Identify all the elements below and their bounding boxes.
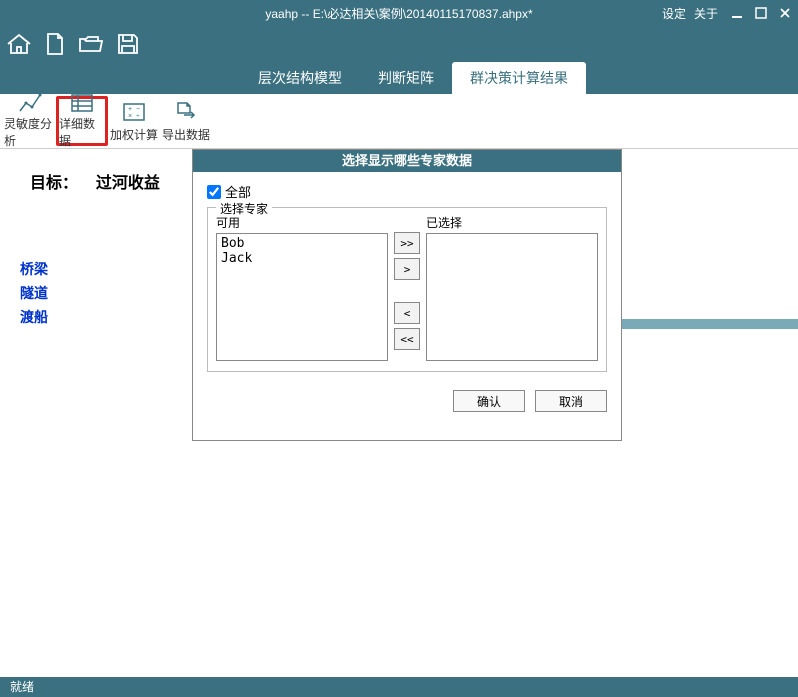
status-text: 就绪 — [10, 680, 34, 694]
titlebar: yaahp -- E:\必达相关\案例\20140115170837.ahpx*… — [0, 0, 798, 26]
target-prefix: 目标： — [30, 175, 78, 192]
nav-links: 桥梁 隧道 渡船 — [20, 259, 48, 327]
export-icon — [174, 100, 198, 124]
titlebar-controls: 设定 关于 — [662, 5, 792, 22]
svg-text:−: − — [136, 106, 140, 113]
sensitivity-icon — [18, 93, 42, 113]
fieldset-legend: 选择专家 — [216, 200, 272, 217]
selected-listbox[interactable] — [426, 233, 598, 361]
move-right-button[interactable]: > — [394, 258, 420, 280]
weighted-icon: +−× ÷ — [122, 100, 146, 124]
link-bridge[interactable]: 桥梁 — [20, 259, 48, 279]
statusbar: 就绪 — [0, 677, 798, 697]
expert-fieldset: 选择专家 可用 Bob Jack >> > < << — [207, 207, 607, 372]
dialog-title: 选择显示哪些专家数据 — [193, 150, 621, 172]
list-item[interactable]: Bob — [221, 236, 383, 251]
weighted-button[interactable]: +−× ÷ 加权计算 — [108, 96, 160, 146]
expert-selection-dialog: 选择显示哪些专家数据 全部 选择专家 可用 Bob Jack — [192, 149, 622, 441]
settings-link[interactable]: 设定 — [662, 5, 686, 22]
window-title: yaahp -- E:\必达相关\案例\20140115170837.ahpx* — [265, 5, 532, 22]
svg-text:÷: ÷ — [136, 113, 140, 120]
minimize-button[interactable] — [730, 6, 744, 20]
weighted-label: 加权计算 — [110, 126, 158, 143]
detail-data-button[interactable]: 详细数据 — [56, 96, 108, 146]
available-listbox[interactable]: Bob Jack — [216, 233, 388, 361]
new-file-icon[interactable] — [44, 32, 66, 59]
svg-text:×: × — [128, 113, 132, 120]
tab-hierarchy[interactable]: 层次结构模型 — [240, 62, 360, 94]
menubar — [0, 26, 798, 64]
detail-data-icon — [70, 93, 94, 113]
tab-bar: 层次结构模型 判断矩阵 群决策计算结果 — [0, 64, 798, 94]
sensitivity-label: 灵敏度分析 — [4, 115, 56, 149]
close-button[interactable] — [778, 6, 792, 20]
content-area: 目标： 过河收益 桥梁 隧道 渡船 选择显示哪些专家数据 全部 选择专家 可用 — [0, 149, 798, 679]
list-item[interactable]: Jack — [221, 251, 383, 266]
about-link[interactable]: 关于 — [694, 5, 718, 22]
cancel-button[interactable]: 取消 — [535, 390, 607, 412]
ok-button[interactable]: 确认 — [453, 390, 525, 412]
move-left-button[interactable]: < — [394, 302, 420, 324]
detail-data-label: 详细数据 — [59, 115, 105, 149]
all-checkbox[interactable] — [207, 185, 221, 199]
save-icon[interactable] — [116, 32, 140, 59]
target-value: 过河收益 — [96, 175, 160, 192]
link-tunnel[interactable]: 隧道 — [20, 283, 48, 303]
link-ferry[interactable]: 渡船 — [20, 307, 48, 327]
move-all-right-button[interactable]: >> — [394, 232, 420, 254]
tab-group-result[interactable]: 群决策计算结果 — [452, 62, 586, 94]
background-bar — [618, 319, 798, 329]
home-icon[interactable] — [6, 33, 32, 58]
open-folder-icon[interactable] — [78, 33, 104, 58]
move-all-left-button[interactable]: << — [394, 328, 420, 350]
toolbar: 灵敏度分析 详细数据 +−× ÷ 加权计算 导出数据 — [0, 94, 798, 148]
tab-judgment[interactable]: 判断矩阵 — [360, 62, 452, 94]
svg-text:+: + — [128, 106, 132, 113]
selected-label: 已选择 — [426, 214, 598, 231]
export-label: 导出数据 — [162, 126, 210, 143]
export-button[interactable]: 导出数据 — [160, 96, 212, 146]
maximize-button[interactable] — [754, 6, 768, 20]
sensitivity-button[interactable]: 灵敏度分析 — [4, 96, 56, 146]
all-checkbox-label: 全部 — [225, 182, 251, 201]
